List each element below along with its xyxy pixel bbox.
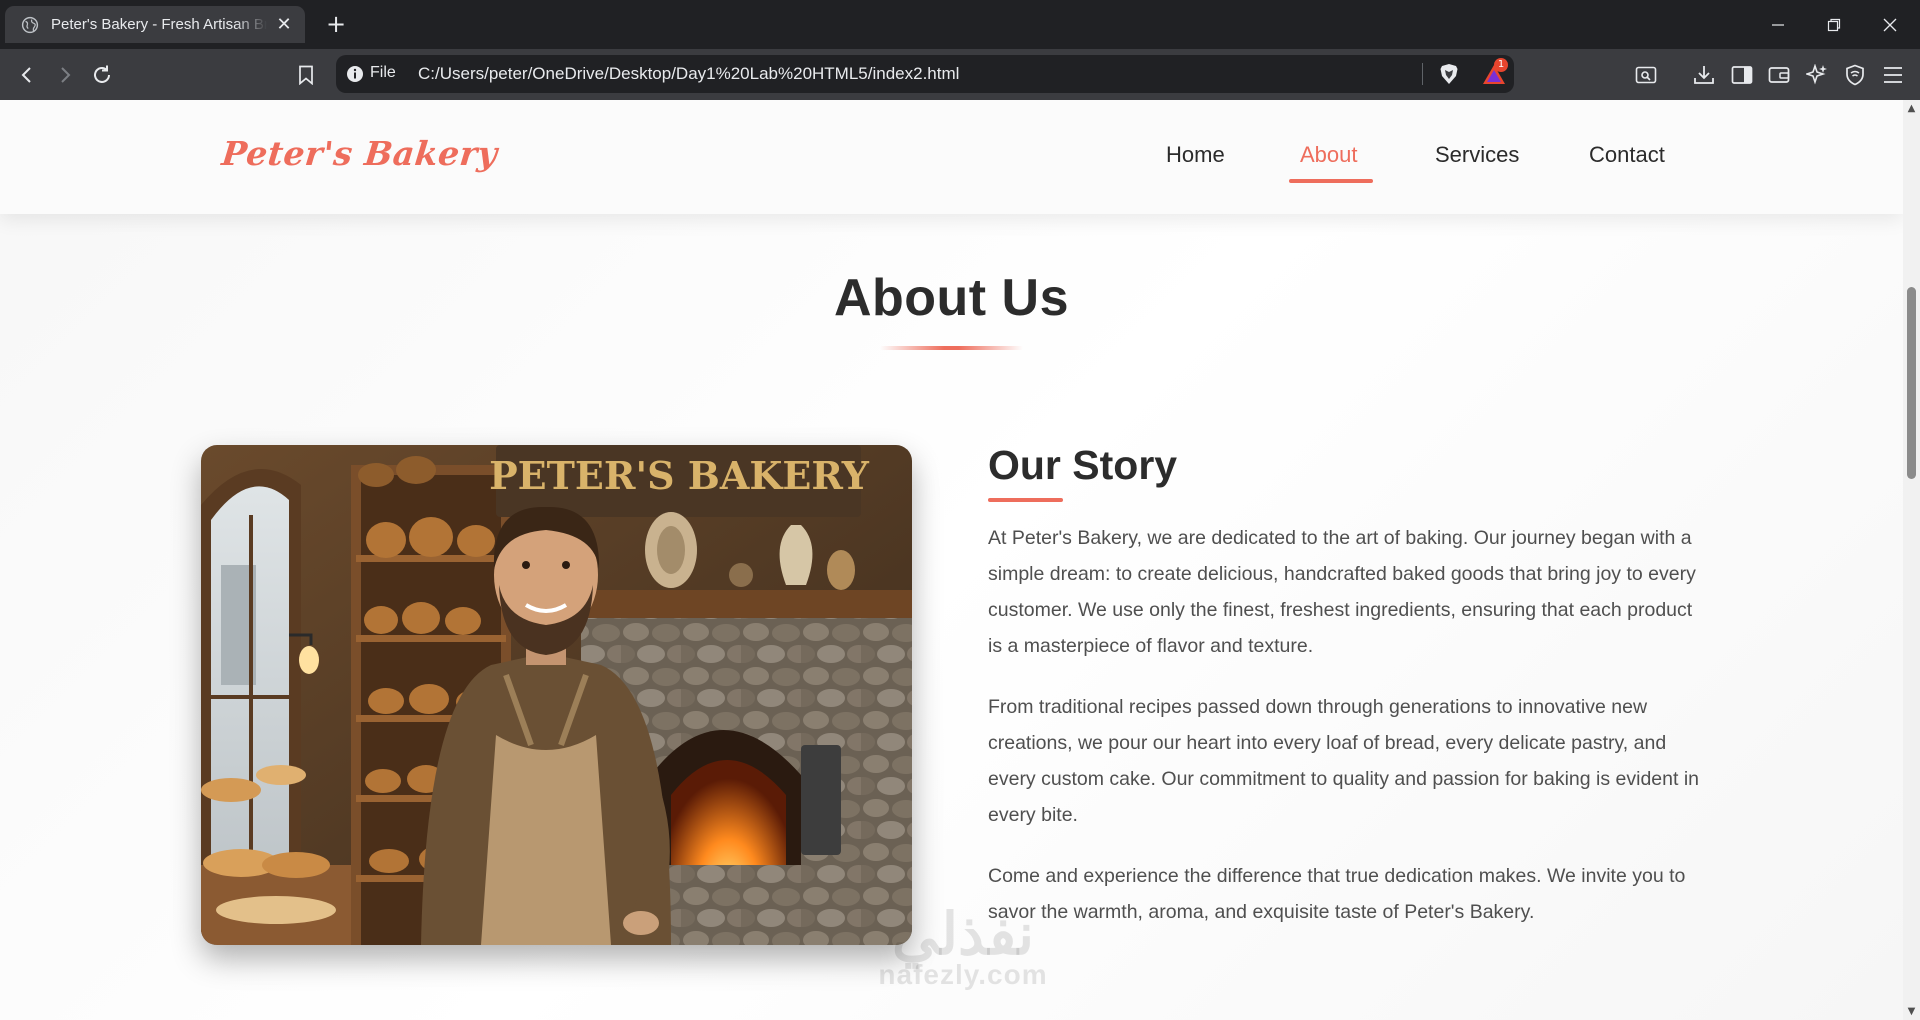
download-icon[interactable] [1689,60,1719,90]
menu-icon[interactable] [1878,60,1908,90]
forward-icon[interactable] [50,60,80,90]
url-text[interactable]: C:/Users/peter/OneDrive/Desktop/Day1%20L… [418,64,959,84]
reload-icon[interactable] [87,60,117,90]
minimize-icon[interactable] [1750,0,1806,49]
vpn-shield-icon[interactable] [1840,60,1870,90]
browser-tab-bar: Peter's Bakery - Fresh Artisan Bre ✕ + [0,0,1920,49]
site-header: Peter's Bakery Home About Services Conta… [0,100,1903,214]
screenshot-icon[interactable] [1631,60,1661,90]
story-paragraph: At Peter's Bakery, we are dedicated to t… [988,527,1696,657]
browser-toolbar: File C:/Users/peter/OneDrive/Desktop/Day… [0,49,1920,100]
restore-icon[interactable] [1806,0,1862,49]
new-tab-icon[interactable]: + [322,10,350,38]
back-icon[interactable] [12,60,42,90]
scroll-up-icon[interactable]: ▲ [1903,100,1920,117]
nav-about[interactable]: About [1300,142,1358,168]
rewards-badge: 1 [1494,58,1508,72]
scrollbar-thumb[interactable] [1907,287,1916,479]
nav-active-underline [1289,179,1373,183]
watermark-latin: nafezly.com [878,959,1048,990]
baker-illustration: PETER'S BAKERY [201,445,912,945]
scroll-down-icon[interactable]: ▼ [1903,1003,1920,1020]
about-title-underline [880,346,1023,350]
omnibox-divider [1422,63,1423,85]
info-icon[interactable] [346,65,364,83]
globe-icon [21,16,39,33]
nav-services[interactable]: Services [1435,142,1519,168]
bookmark-icon[interactable] [291,60,321,90]
baker-photo: PETER'S BAKERY [201,445,912,945]
browser-tab[interactable]: Peter's Bakery - Fresh Artisan Bre ✕ [5,6,305,43]
wallet-icon[interactable] [1764,60,1794,90]
nav-contact[interactable]: Contact [1589,142,1665,168]
bakery-sign-text: PETER'S BAKERY [489,453,870,498]
brave-shields-icon[interactable] [1438,63,1460,85]
close-window-icon[interactable] [1862,0,1918,49]
story-title: Our Story [988,442,1178,488]
tab-title: Peter's Bakery - Fresh Artisan Bre [51,16,267,33]
page-viewport: Peter's Bakery Home About Services Conta… [0,100,1903,1020]
address-bar[interactable]: File C:/Users/peter/OneDrive/Desktop/Day… [336,55,1514,93]
main-nav: Home About Services Contact [0,142,1903,192]
page-scrollbar[interactable]: ▲ ▼ [1903,100,1920,1020]
close-tab-icon[interactable]: ✕ [273,14,295,35]
story-paragraph: From traditional recipes passed down thr… [988,696,1699,826]
scheme-label: File [370,64,396,81]
about-title: About Us [833,269,1070,327]
story-title-underline [988,498,1063,502]
sidebar-icon[interactable] [1727,60,1757,90]
leo-ai-icon[interactable] [1802,60,1832,90]
story-paragraph: Come and experience the difference that … [988,865,1686,923]
nav-home[interactable]: Home [1166,142,1225,168]
